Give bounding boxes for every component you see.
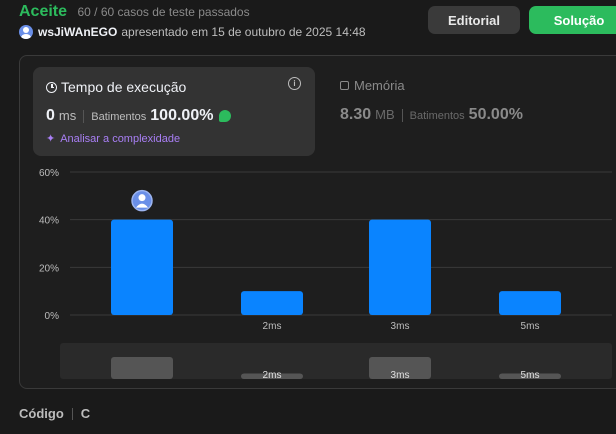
code-label: Código	[19, 406, 64, 421]
x-tick-label: 5ms	[521, 321, 540, 332]
navigator-tick-label: 5ms	[521, 370, 540, 381]
avatar-head	[138, 194, 146, 202]
code-section-header: Código C	[19, 406, 90, 421]
bar[interactable]	[111, 219, 173, 315]
navigator-bar	[111, 357, 173, 379]
y-tick-label: 20%	[39, 263, 59, 274]
y-tick-label: 60%	[39, 168, 59, 179]
bar[interactable]	[369, 219, 431, 315]
x-tick-label: 2ms	[263, 321, 282, 332]
bar[interactable]	[241, 291, 303, 315]
navigator-tick-label: 2ms	[263, 370, 282, 381]
divider	[71, 407, 73, 420]
y-tick-label: 40%	[39, 216, 59, 227]
navigator-tick-label: 3ms	[391, 370, 410, 381]
code-language: C	[80, 406, 91, 421]
bar[interactable]	[499, 291, 561, 315]
x-tick-label: 3ms	[391, 321, 410, 332]
runtime-distribution-chart[interactable]: 0% 20% 40% 60% 2ms 3ms 5ms 2ms 3ms 5ms	[0, 0, 616, 434]
y-tick-label: 0%	[45, 311, 60, 322]
